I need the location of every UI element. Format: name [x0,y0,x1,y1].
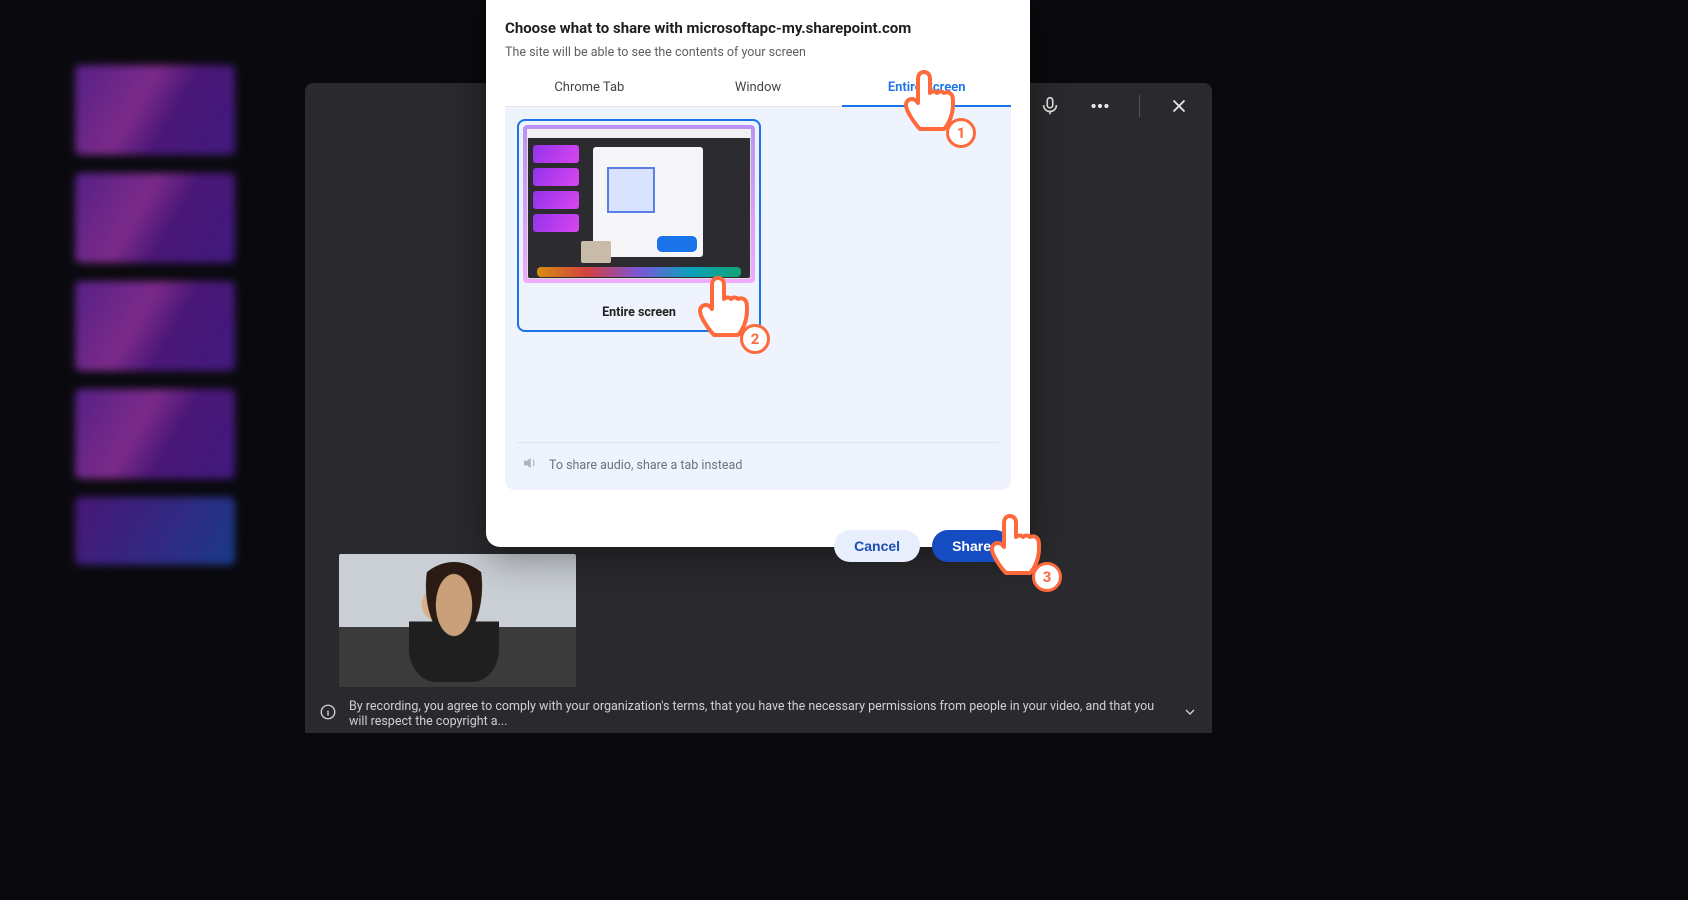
toolbar-separator [1139,95,1140,117]
recording-disclaimer-bar: By recording, you agree to comply with y… [305,695,1212,733]
dialog-title: Choose what to share with microsoftapc-m… [505,19,1011,37]
entire-screen-option[interactable]: Entire screen [517,119,761,332]
audio-note-text: To share audio, share a tab instead [549,458,742,473]
tab-entire-screen[interactable]: Entire Screen [842,70,1011,107]
screen-option-label: Entire screen [523,305,755,320]
dialog-actions: Cancel Share [505,530,1011,562]
screen-share-dialog: Choose what to share with microsoftapc-m… [486,0,1030,547]
tab-chrome-tab[interactable]: Chrome Tab [505,70,674,106]
camera-preview [339,554,576,687]
microphone-icon[interactable] [1039,95,1061,117]
speaker-icon [521,454,539,476]
screen-thumbnail [523,125,755,283]
slide-thumb [75,389,235,479]
more-icon[interactable] [1089,95,1111,117]
share-tab-bar: Chrome Tab Window Entire Screen [505,70,1011,107]
cancel-button[interactable]: Cancel [834,530,920,562]
close-icon[interactable] [1168,95,1190,117]
slide-thumb [75,281,235,371]
chevron-down-icon[interactable] [1182,704,1198,724]
slide-thumb [75,497,235,565]
audio-share-note: To share audio, share a tab instead [517,442,999,476]
slide-thumb [75,65,235,155]
tab-window[interactable]: Window [674,70,843,106]
share-preview-area: Entire screen To share audio, share a ta… [505,107,1011,490]
dialog-subtitle: The site will be able to see the content… [505,45,1011,60]
info-icon [319,703,337,725]
share-button[interactable]: Share [932,530,1011,562]
disclaimer-text: By recording, you agree to comply with y… [349,699,1170,729]
slide-thumb [75,173,235,263]
background-slide-thumbnails [75,65,255,583]
